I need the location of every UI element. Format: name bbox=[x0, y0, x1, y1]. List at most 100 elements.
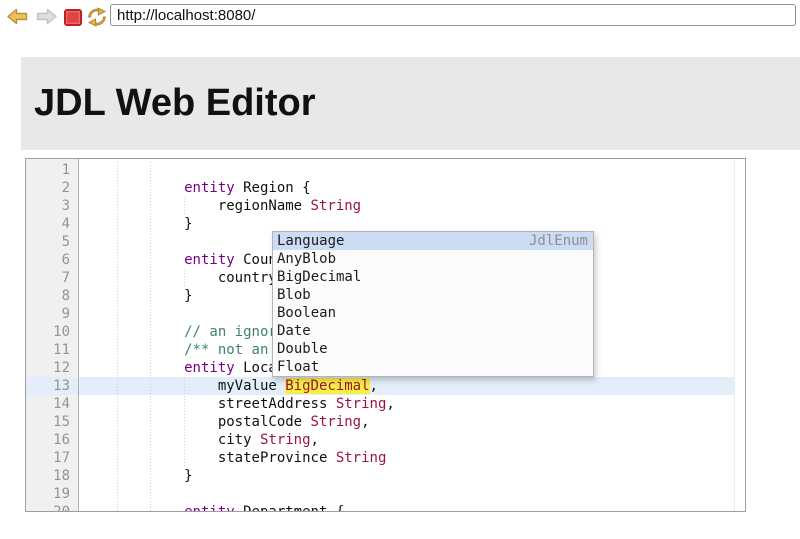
indent-guide bbox=[150, 485, 184, 503]
forward-icon[interactable] bbox=[36, 8, 57, 30]
line-number: 17 bbox=[26, 449, 79, 467]
code-line-3[interactable]: 3regionName String bbox=[26, 197, 734, 215]
line-number: 15 bbox=[26, 413, 79, 431]
indent-guide bbox=[184, 197, 218, 215]
autocomplete-item-label: BigDecimal bbox=[277, 268, 361, 286]
token-plain: , bbox=[386, 396, 394, 412]
code-line-17[interactable]: 17stateProvince String bbox=[26, 449, 734, 467]
code-text: regionName String bbox=[79, 197, 734, 215]
token-plain: stateProvince bbox=[218, 450, 336, 466]
indent-guide bbox=[150, 287, 184, 305]
indent-guide bbox=[117, 467, 151, 485]
refresh-icon[interactable] bbox=[86, 7, 108, 32]
back-icon[interactable] bbox=[7, 8, 28, 30]
indent-guide bbox=[117, 287, 151, 305]
line-number: 12 bbox=[26, 359, 79, 377]
page-header: JDL Web Editor bbox=[21, 57, 800, 150]
code-line-20[interactable]: 20entity Department { bbox=[26, 503, 734, 512]
indent-guide bbox=[83, 323, 117, 341]
indent-guide bbox=[150, 503, 184, 512]
indent-guide bbox=[83, 251, 117, 269]
code-line-18[interactable]: 18} bbox=[26, 467, 734, 485]
code-text bbox=[79, 485, 734, 503]
indent-guide bbox=[83, 269, 117, 287]
code-line-16[interactable]: 16city String, bbox=[26, 431, 734, 449]
code-text: myValue BigDecimal, bbox=[79, 377, 734, 395]
autocomplete-item-label: Blob bbox=[277, 286, 311, 304]
autocomplete-item-label: Double bbox=[277, 340, 328, 358]
code-text: entity Region { bbox=[79, 179, 734, 197]
indent-guide bbox=[184, 413, 218, 431]
autocomplete-item-double[interactable]: Double bbox=[273, 340, 593, 358]
autocomplete-item-blob[interactable]: Blob bbox=[273, 286, 593, 304]
indent-guide bbox=[83, 359, 117, 377]
code-text: city String, bbox=[79, 431, 734, 449]
indent-guide bbox=[83, 341, 117, 359]
indent-guide bbox=[117, 305, 151, 323]
browser-toolbar bbox=[0, 0, 800, 33]
indent-guide bbox=[150, 359, 184, 377]
indent-guide bbox=[150, 305, 184, 323]
autocomplete-item-float[interactable]: Float bbox=[273, 358, 593, 376]
autocomplete-item-anyblob[interactable]: AnyBlob bbox=[273, 250, 593, 268]
token-plain: , bbox=[311, 432, 319, 448]
indent-guide bbox=[117, 323, 151, 341]
autocomplete-item-date[interactable]: Date bbox=[273, 322, 593, 340]
token-plain: postalCode bbox=[218, 414, 311, 430]
code-text bbox=[79, 161, 734, 179]
token-plain: } bbox=[184, 468, 192, 484]
line-number: 9 bbox=[26, 305, 79, 323]
indent-guide bbox=[83, 215, 117, 233]
token-plain: , bbox=[370, 378, 378, 394]
indent-guide bbox=[83, 287, 117, 305]
code-text: streetAddress String, bbox=[79, 395, 734, 413]
code-line-14[interactable]: 14streetAddress String, bbox=[26, 395, 734, 413]
code-line-13[interactable]: 13myValue BigDecimal, bbox=[26, 377, 734, 395]
token-plain: streetAddress bbox=[218, 396, 336, 412]
line-number: 8 bbox=[26, 287, 79, 305]
url-input[interactable] bbox=[110, 4, 796, 26]
token-plain: regionName bbox=[218, 198, 311, 214]
token-type: String bbox=[311, 198, 362, 214]
token-type: String bbox=[260, 432, 311, 448]
autocomplete-item-label: Date bbox=[277, 322, 311, 340]
indent-guide bbox=[83, 431, 117, 449]
autocomplete-item-language[interactable]: LanguageJdlEnum bbox=[273, 232, 593, 250]
autocomplete-item-bigdecimal[interactable]: BigDecimal bbox=[273, 268, 593, 286]
line-number: 16 bbox=[26, 431, 79, 449]
code-text: postalCode String, bbox=[79, 413, 734, 431]
indent-guide bbox=[83, 233, 117, 251]
token-type: String bbox=[336, 396, 387, 412]
indent-guide bbox=[83, 197, 117, 215]
autocomplete-item-boolean[interactable]: Boolean bbox=[273, 304, 593, 322]
indent-guide bbox=[150, 467, 184, 485]
indent-guide bbox=[184, 431, 218, 449]
code-line-15[interactable]: 15postalCode String, bbox=[26, 413, 734, 431]
indent-guide bbox=[184, 269, 218, 287]
code-text: stateProvince String bbox=[79, 449, 734, 467]
indent-guide bbox=[117, 197, 151, 215]
editor-scrollbar[interactable] bbox=[734, 159, 745, 511]
indent-guide bbox=[150, 233, 184, 251]
code-line-2[interactable]: 2entity Region { bbox=[26, 179, 734, 197]
line-number: 14 bbox=[26, 395, 79, 413]
stop-icon[interactable] bbox=[64, 9, 82, 26]
indent-guide bbox=[83, 377, 117, 395]
line-number: 20 bbox=[26, 503, 79, 512]
autocomplete-item-type: JdlEnum bbox=[529, 232, 588, 250]
indent-guide bbox=[117, 215, 151, 233]
indent-guide bbox=[117, 413, 151, 431]
line-number: 5 bbox=[26, 233, 79, 251]
line-number: 2 bbox=[26, 179, 79, 197]
code-line-1[interactable]: 1 bbox=[26, 161, 734, 179]
indent-guide bbox=[117, 395, 151, 413]
indent-guide bbox=[117, 359, 151, 377]
token-plain: city bbox=[218, 432, 260, 448]
code-line-19[interactable]: 19 bbox=[26, 485, 734, 503]
indent-guide bbox=[150, 377, 184, 395]
line-number: 18 bbox=[26, 467, 79, 485]
token-plain: Region { bbox=[235, 180, 311, 196]
token-plain: } bbox=[184, 216, 192, 232]
line-number: 6 bbox=[26, 251, 79, 269]
indent-guide bbox=[117, 341, 151, 359]
